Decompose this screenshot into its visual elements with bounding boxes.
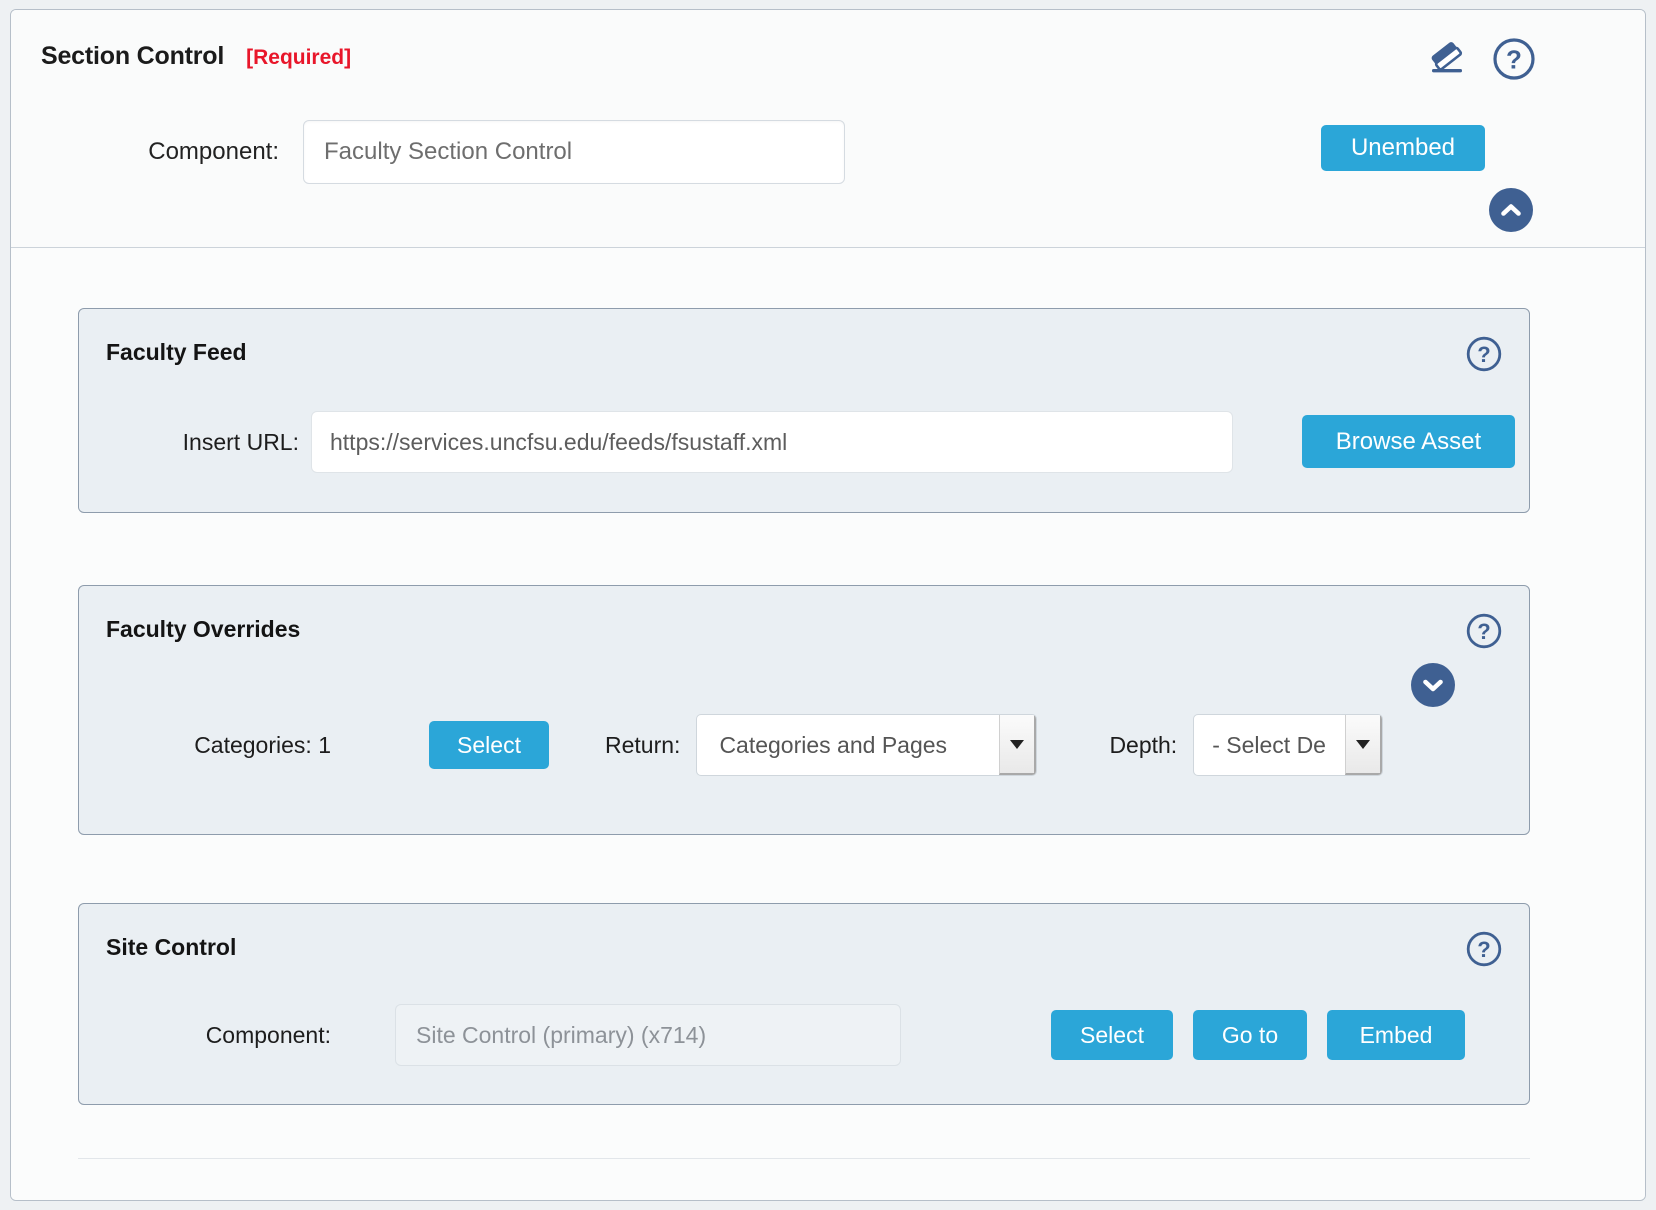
faculty-feed-panel: Faculty Feed ? Insert URL: https://servi… [78, 308, 1530, 513]
chevron-down-icon [999, 715, 1037, 775]
site-control-buttons: Select Go to Embed [1051, 1010, 1465, 1060]
return-select-value: Categories and Pages [719, 731, 948, 758]
insert-url-input[interactable]: https://services.uncfsu.edu/feeds/fsusta… [311, 411, 1233, 473]
unembed-button[interactable]: Unembed [1321, 125, 1485, 171]
faculty-overrides-panel: Faculty Overrides ? Categories: 1 Select… [78, 585, 1530, 835]
insert-url-label: Insert URL: [182, 428, 299, 455]
chevron-down-icon [1345, 715, 1383, 775]
site-control-title: Site Control [106, 934, 237, 960]
site-control-component-row: Component: Site Control (primary) (x714)… [79, 1004, 1529, 1066]
panel-header: Section Control [Required] Component: Fa… [11, 10, 1645, 248]
overrides-controls-row: Categories: 1 Select Return: Categories … [79, 714, 1529, 776]
site-control-panel: Site Control ? Component: Site Control (… [78, 903, 1530, 1105]
svg-text:?: ? [1477, 619, 1490, 644]
svg-text:?: ? [1477, 937, 1490, 962]
component-label: Component: [148, 138, 279, 165]
svg-text:?: ? [1506, 45, 1522, 75]
help-icon[interactable]: ? [1465, 335, 1503, 373]
header-title-row: Section Control [Required] [41, 42, 351, 71]
help-icon[interactable]: ? [1491, 36, 1537, 82]
site-control-goto-button[interactable]: Go to [1193, 1010, 1307, 1060]
help-icon[interactable]: ? [1465, 612, 1503, 650]
page-title: Section Control [41, 42, 225, 70]
site-control-component-input: Site Control (primary) (x714) [395, 1004, 901, 1066]
expand-chevron-down-button[interactable] [1411, 663, 1455, 707]
eraser-icon-svg [1431, 42, 1463, 73]
bottom-divider [78, 1158, 1530, 1159]
faculty-overrides-title: Faculty Overrides [106, 616, 301, 642]
site-control-select-button[interactable]: Select [1051, 1010, 1173, 1060]
help-icon-svg: ? [1493, 38, 1535, 80]
required-badge: [Required] [246, 46, 352, 69]
component-row: Component: Faculty Section Control [41, 120, 845, 184]
help-icon-svg: ? [1466, 931, 1502, 967]
depth-label: Depth: [1109, 731, 1178, 758]
browse-asset-button[interactable]: Browse Asset [1302, 415, 1515, 468]
site-control-component-label: Component: [205, 1021, 331, 1048]
chevron-down-icon [1423, 679, 1443, 692]
select-categories-button[interactable]: Select [429, 721, 549, 769]
panel-body: Faculty Feed ? Insert URL: https://servi… [11, 248, 1645, 1200]
chevron-up-icon [1501, 204, 1521, 216]
section-control-panel: Section Control [Required] Component: Fa… [10, 9, 1646, 1201]
site-control-embed-button[interactable]: Embed [1327, 1010, 1465, 1060]
depth-select[interactable]: - Select De [1193, 714, 1384, 776]
svg-text:?: ? [1477, 342, 1490, 367]
help-icon[interactable]: ? [1465, 930, 1503, 968]
return-select[interactable]: Categories and Pages [696, 714, 1038, 776]
depth-select-value: - Select De [1212, 731, 1326, 758]
help-icon-svg: ? [1466, 336, 1502, 372]
help-icon-svg: ? [1466, 613, 1502, 649]
component-input[interactable]: Faculty Section Control [303, 120, 845, 184]
collapse-chevron-up-button[interactable] [1489, 188, 1533, 232]
categories-count-label: Categories: 1 [194, 731, 331, 758]
return-label: Return: [605, 731, 681, 758]
eraser-icon[interactable] [1423, 35, 1471, 83]
faculty-feed-title: Faculty Feed [106, 339, 247, 365]
